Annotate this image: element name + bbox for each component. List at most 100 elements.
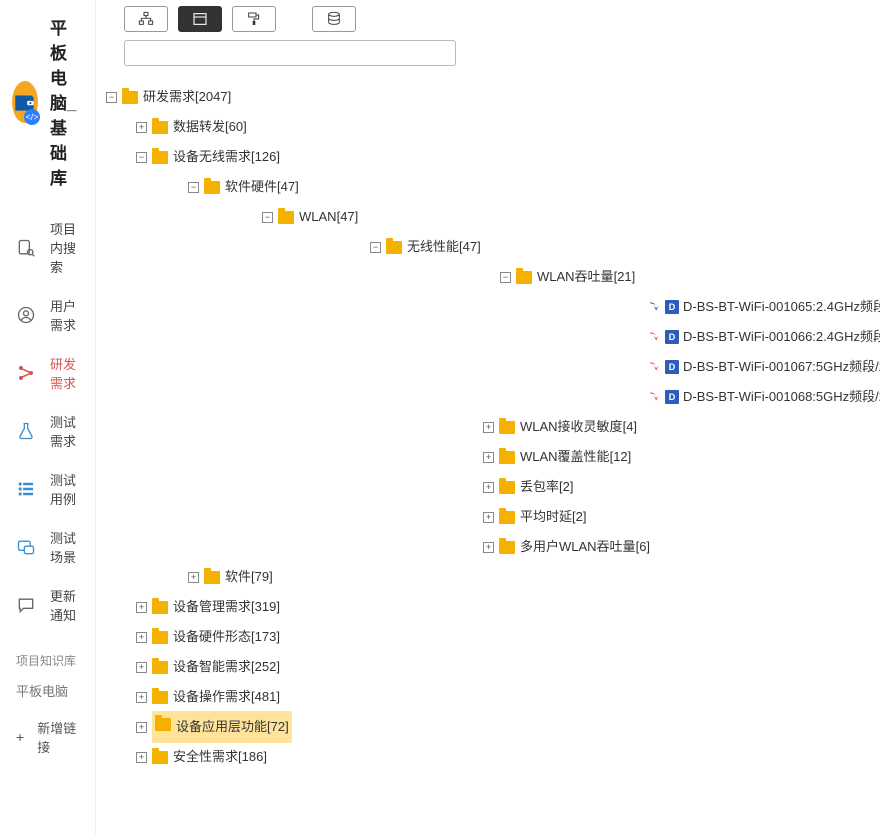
folder-icon [122,91,138,104]
tree-row[interactable]: −WLAN吞吐量[21] [500,262,880,292]
collapse-icon[interactable]: − [370,242,381,253]
collapse-icon[interactable]: − [262,212,273,223]
search-input[interactable] [124,40,456,66]
nav-label: 测试需求 [50,412,79,450]
collapse-icon[interactable]: − [106,92,117,103]
nav-item-testscene[interactable]: 测试场景 [0,518,95,576]
node-label: 多用户WLAN吞吐量[6] [520,532,650,562]
tree-row[interactable]: +WLAN接收灵敏度[4] [483,412,880,442]
expand-icon[interactable]: + [483,512,494,523]
document-search-icon [16,237,36,259]
nav-label: 测试场景 [50,528,79,566]
tree-row[interactable]: + 安全性需求[186] [136,742,880,772]
collapse-icon[interactable]: − [188,182,199,193]
arrow-blue-icon [648,300,662,314]
tree-row[interactable]: −WLAN[47] [262,202,880,232]
expand-icon[interactable]: + [136,602,147,613]
view-paint-button[interactable] [232,6,276,32]
folder-icon [499,421,515,434]
nav-item-testcase[interactable]: 测试用例 [0,460,95,518]
arrow-red-icon [648,390,662,404]
nav-label: 用户需求 [50,296,79,334]
expand-icon[interactable]: + [136,752,147,763]
view-panel-button[interactable] [178,6,222,32]
node-label: 设备智能需求[252] [173,652,280,682]
nav-item-userreq[interactable]: 用户需求 [0,286,95,344]
tree-row[interactable]: +软件[79] [188,562,880,592]
collapse-icon[interactable]: − [136,152,147,163]
tree-row[interactable]: −无线性能[47] [370,232,880,262]
plus-icon: + [16,729,27,745]
tree-leaf[interactable]: DD-BS-BT-WiFi-001065:2.4GHz频段/2 [500,292,880,322]
nav-item-search[interactable]: 项目内搜索 [0,209,95,286]
folder-icon [152,661,168,674]
folder-icon [152,151,168,164]
tree-leaf[interactable]: DD-BS-BT-WiFi-001068:5GHz频段/2 [500,382,880,412]
d-badge-icon: D [665,360,679,374]
kb-item-tablet[interactable]: 平板电脑 [0,675,95,706]
nav-item-testreq[interactable]: 测试需求 [0,402,95,460]
logo-badge-icon: </> [24,109,40,125]
flask-icon [16,420,36,442]
expand-icon[interactable]: + [136,692,147,703]
expand-icon[interactable]: + [483,482,494,493]
node-label: 设备无线需求[126] [173,142,280,172]
view-db-button[interactable] [312,6,356,32]
chat-icon [16,594,36,616]
tree-leaf[interactable]: D D-BS-BT-WiFi-001066:2.4GHz频段/2 [500,322,880,352]
tree-row[interactable]: + 多用户WLAN吞吐量[6] [483,532,880,562]
node-label: 丢包率[2] [520,472,574,502]
folder-icon [386,241,402,254]
tree-row[interactable]: +WLAN覆盖性能[12] [483,442,880,472]
app-title: 平板电脑_基础库 [50,14,83,189]
list-icon [16,478,36,500]
tree-row[interactable]: −研发需求[2047] [106,82,880,112]
app-logo: </> [12,81,38,123]
tree-row[interactable]: + 设备智能需求[252] [136,652,880,682]
expand-icon[interactable]: + [136,122,147,133]
folder-icon [155,718,171,731]
add-link-button[interactable]: + 新增链接 [0,706,95,768]
folder-icon [499,451,515,464]
main-panel: −研发需求[2047] +数据转发[60] − 设备无线需求[126] −软件硬件… [96,0,880,834]
d-badge-icon: D [665,300,679,314]
node-label: 设备操作需求[481] [173,682,280,712]
tree-row[interactable]: −软件硬件[47] [188,172,880,202]
view-tree-button[interactable] [124,6,168,32]
tree-row[interactable]: + 丢包率[2] [483,472,880,502]
tree-row[interactable]: + 平均时延[2] [483,502,880,532]
tree-row[interactable]: +设备管理需求[319] [136,592,880,622]
folder-icon [204,181,220,194]
tree-row[interactable]: +设备硬件形态[173] [136,622,880,652]
tree-row[interactable]: + 设备操作需求[481] [136,682,880,712]
expand-icon[interactable]: + [136,632,147,643]
tree-row[interactable]: +设备应用层功能[72] [136,712,880,742]
nav-item-devreq[interactable]: 研发需求 [0,344,95,402]
nav-item-updates[interactable]: 更新通知 [0,576,95,634]
d-badge-icon: D [665,330,679,344]
nav-label: 研发需求 [50,354,79,392]
tree-leaf[interactable]: DD-BS-BT-WiFi-001067:5GHz频段/2* [500,352,880,382]
tree-row[interactable]: +数据转发[60] [136,112,880,142]
node-label: 平均时延[2] [520,502,587,532]
expand-icon[interactable]: + [483,542,494,553]
logo-row: </> 平板电脑_基础库 [0,8,95,205]
add-link-label: 新增链接 [37,718,79,756]
expand-icon[interactable]: + [136,722,147,733]
node-label: 安全性需求[186] [173,742,267,772]
tree-row[interactable]: − 设备无线需求[126] [136,142,880,172]
folder-icon [152,601,168,614]
collapse-icon[interactable]: − [500,272,511,283]
folder-icon [152,121,168,134]
expand-icon[interactable]: + [188,572,199,583]
kb-section-label: 项目知识库 [0,638,95,675]
expand-icon[interactable]: + [136,662,147,673]
leaf-label: D-BS-BT-WiFi-001066:2.4GHz频段/2 [683,322,880,352]
nav: 项目内搜索 用户需求 研发需求 测试需求 测试用例 测试场景 更新通知 [0,205,95,638]
expand-icon[interactable]: + [483,422,494,433]
folder-icon [152,751,168,764]
expand-icon[interactable]: + [483,452,494,463]
folder-icon [499,511,515,524]
toolbar [96,0,880,36]
folder-icon [516,271,532,284]
